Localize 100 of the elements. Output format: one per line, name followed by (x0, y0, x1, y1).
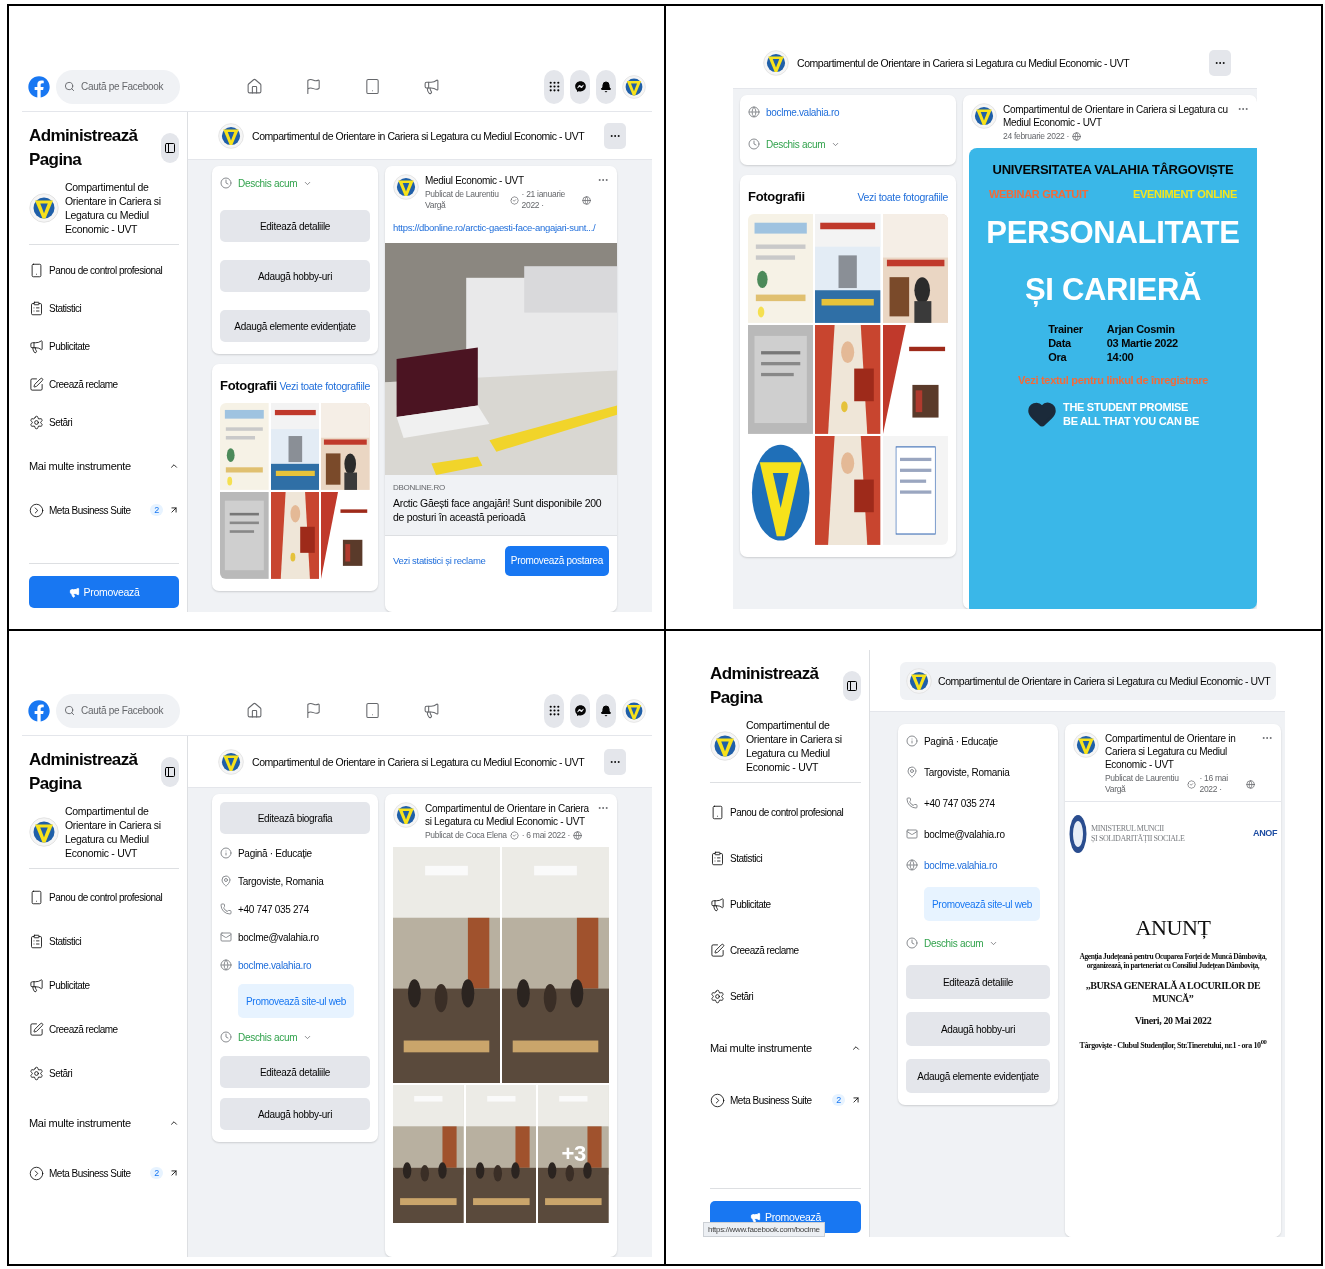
sidebar-item[interactable]: Publicitate (29, 963, 179, 1007)
poster-tag: EVENIMENT ONLINE (1133, 186, 1237, 202)
action-button[interactable]: Adaugă hobby-uri (906, 1012, 1050, 1046)
event-place: Târgoviște - Clubul Studenților, Str.Tineretului, nr.1 - ora 10$^{00}$ (1079, 1037, 1267, 1051)
hours-status[interactable]: Deschis acum (238, 1030, 298, 1044)
post-author[interactable]: Compartimentul de Orientare in Cariera si Legatura cu Mediul Economic - UVT (425, 802, 591, 828)
sidebar-item[interactable]: Statistici (29, 289, 179, 327)
promote-website-button[interactable]: Promovează site-ul web (238, 984, 355, 1018)
hours-status[interactable]: Deschis acum (924, 936, 984, 950)
location-pin-icon (906, 766, 918, 778)
caret-icon[interactable] (169, 461, 179, 471)
info-icon (906, 735, 918, 747)
sidebar-heading: Administrează Pagina (29, 749, 138, 795)
caret-icon[interactable] (169, 1118, 179, 1128)
insights-link[interactable]: Vezi statistici și reclame (393, 555, 486, 567)
megaphone-icon (68, 586, 80, 598)
post-date[interactable]: · 6 mai 2022 · (521, 830, 570, 842)
post-author[interactable]: Mediul Economic - UVT (425, 174, 591, 187)
poster-title: ȘI CARIERĂ (1024, 270, 1202, 309)
external-link-icon[interactable] (169, 505, 179, 515)
action-button[interactable]: Editează detaliile (906, 965, 1050, 999)
sidebar-item[interactable]: Statistici (710, 835, 861, 881)
website-link[interactable]: boclme.valahia.ro (238, 959, 312, 971)
page-avatar (906, 667, 932, 694)
page-avatar (971, 103, 997, 129)
panel-toggle-icon[interactable] (161, 757, 179, 787)
post-date[interactable]: · 16 mai 2022 · (1199, 773, 1243, 796)
info-text: +40 747 035 274 (924, 796, 995, 810)
info-text: Targoviste, Romania (924, 765, 1010, 779)
sidebar-item[interactable]: Panou de control profesional (29, 875, 179, 919)
search-icon (64, 81, 75, 92)
action-button[interactable]: Adaugă elemente evidențiate (220, 310, 370, 342)
settings-icon (29, 414, 44, 430)
panel-toggle-icon[interactable] (161, 133, 179, 163)
section-label: Mai multe instrumente (29, 1115, 131, 1131)
action-button[interactable]: Editează detaliile (220, 1056, 370, 1088)
sidebar-item[interactable]: Panou de control profesional (710, 789, 861, 835)
profile-avatar[interactable] (622, 74, 646, 99)
panel-toggle-icon[interactable] (843, 671, 861, 701)
post-date[interactable]: 24 februarie 2022 · (1003, 131, 1070, 143)
sidebar-item[interactable]: Meta Business Suite (710, 1088, 812, 1112)
sidebar-item[interactable]: Statistici (29, 919, 179, 963)
search-field[interactable]: Caută pe Facebook (79, 80, 169, 93)
detail-label: Trainer (1048, 321, 1083, 337)
facebook-logo[interactable] (28, 699, 50, 722)
see-all-link[interactable]: Vezi toate fotografiile (857, 191, 948, 203)
caret-icon[interactable] (851, 1043, 861, 1053)
menu-icon[interactable] (544, 693, 564, 728)
clipboard-icon (29, 933, 44, 949)
see-all-link[interactable]: Vezi toate fotografiile (279, 380, 370, 392)
bell-icon[interactable] (596, 693, 616, 728)
action-button[interactable]: Editează detaliile (220, 210, 370, 242)
menu-icon[interactable] (544, 69, 564, 104)
sidebar-item[interactable]: Creează reclame (29, 365, 179, 403)
post-author[interactable]: Compartimentul de Orientare in Cariera si Legatura cu Mediul Economic - UVT (1105, 732, 1255, 771)
globe-icon (748, 106, 760, 118)
boost-post-button[interactable]: Promovează postarea (504, 545, 609, 576)
action-button[interactable]: Editează biografia (220, 802, 370, 834)
bell-icon[interactable] (596, 69, 616, 104)
post-author[interactable]: Compartimentul de Orientare in Cariera si Legatura cu Mediul Economic - UVT (1003, 103, 1231, 129)
article-link[interactable]: https://dbonline.ro/arctic-gaesti-face-angajari-sunt.../ (393, 222, 596, 234)
megaphone-icon (750, 1211, 761, 1223)
external-link-icon[interactable] (169, 1168, 179, 1178)
search-bar[interactable]: Caută pe Facebook (56, 69, 180, 104)
hours-status[interactable]: Deschis acum (766, 137, 826, 151)
messenger-icon[interactable] (570, 693, 590, 728)
slogan: BE ALL THAT YOU CAN BE (1063, 414, 1199, 429)
sidebar-item[interactable]: Meta Business Suite (29, 498, 131, 522)
post-byline: Publicat de Laurentiu Vargă (425, 189, 500, 212)
sidebar-item[interactable]: Meta Business Suite (29, 1161, 131, 1185)
search-bar[interactable]: Caută pe Facebook (56, 693, 180, 728)
profile-avatar[interactable] (622, 698, 646, 723)
post-date[interactable]: · 21 ianuarie 2022 · (521, 189, 579, 212)
external-link-icon[interactable] (851, 1095, 861, 1105)
facebook-logo[interactable] (28, 75, 50, 98)
sidebar-item[interactable]: Creează reclame (710, 927, 861, 973)
action-button[interactable]: Adaugă hobby-uri (220, 1098, 370, 1130)
mail-icon (906, 828, 918, 840)
search-field[interactable]: Caută pe Facebook (79, 704, 169, 717)
messenger-icon[interactable] (570, 69, 590, 104)
website-link[interactable]: boclme.valahia.ro (924, 859, 998, 871)
promote-button[interactable]: Promovează (29, 576, 179, 608)
sidebar-item[interactable]: Setări (710, 973, 861, 1019)
action-button[interactable]: Adaugă elemente evidențiate (906, 1059, 1050, 1093)
promote-website-button[interactable]: Promovează site-ul web (924, 887, 1041, 921)
ministry-name: MINISTERUL MUNCII (1091, 824, 1165, 834)
sidebar-heading: Administrează Pagina (29, 125, 138, 171)
sidebar-item[interactable]: Setări (29, 1051, 179, 1095)
sidebar-item[interactable]: Publicitate (710, 881, 861, 927)
sidebar-item[interactable]: Setări (29, 403, 179, 441)
sidebar-item[interactable]: Publicitate (29, 327, 179, 365)
sidebar-item[interactable]: Creează reclame (29, 1007, 179, 1051)
post-byline: Publicat de Coca Elena (425, 830, 507, 842)
website-link[interactable]: boclme.valahia.ro (766, 106, 840, 118)
action-button[interactable]: Adaugă hobby-uri (220, 260, 370, 292)
sidebar-item[interactable]: Panou de control profesional (29, 251, 179, 289)
phone-icon (906, 797, 918, 809)
hours-status[interactable]: Deschis acum (238, 176, 298, 190)
phone-icon (220, 903, 232, 915)
link-title[interactable]: Arctic Găești face angajări! Sunt disponibile 200 de posturi în această perioadă (393, 497, 609, 525)
